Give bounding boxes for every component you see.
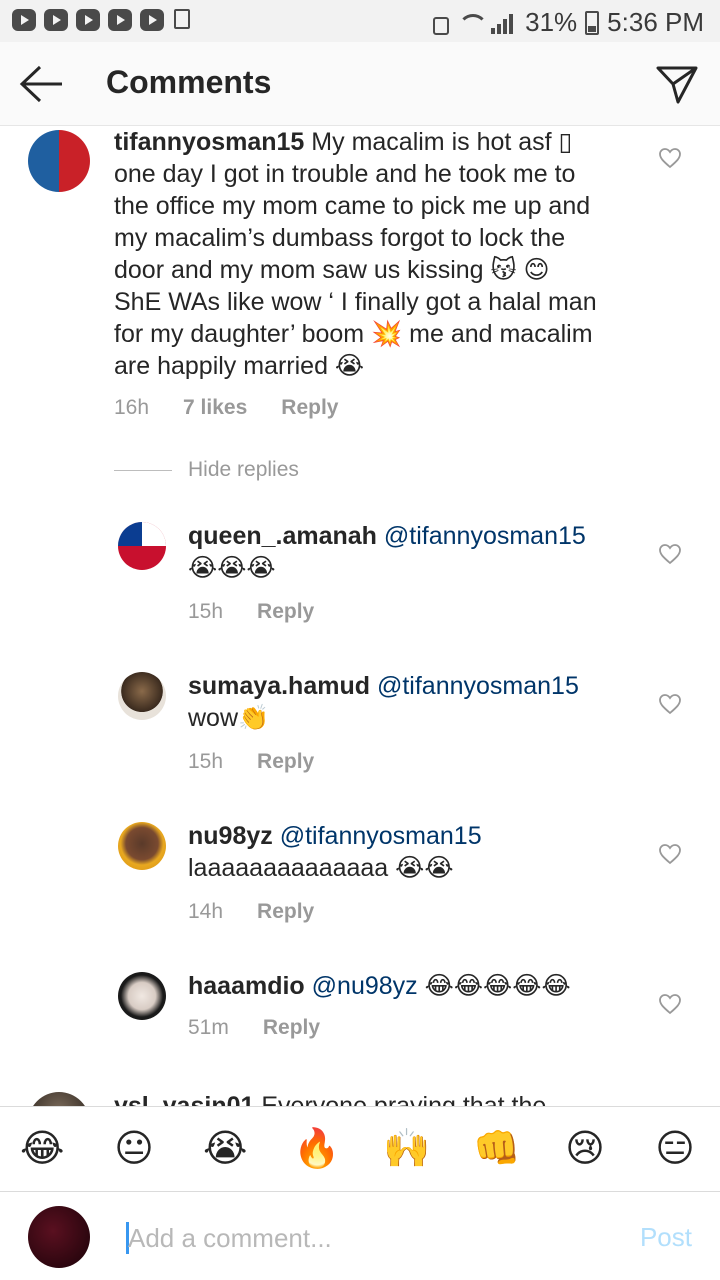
comment-input[interactable] xyxy=(128,1218,588,1258)
comment-body: 😭😭😭 xyxy=(188,554,276,582)
youtube-notification-icon xyxy=(140,9,164,31)
comment-text: nu98yz @tifannyosman15 laaaaaaaaaaaaaa 😭… xyxy=(188,820,648,884)
lock-icon xyxy=(433,16,450,35)
comment-meta: 51m Reply xyxy=(188,1016,320,1040)
comment-composer: Post xyxy=(0,1192,720,1280)
avatar[interactable] xyxy=(28,130,90,192)
comment-meta: 15h Reply xyxy=(188,750,314,774)
likes-count[interactable]: 7 likes xyxy=(183,396,247,420)
system-icons: 31% 5:36 PM xyxy=(433,7,704,38)
comment-username[interactable]: nu98yz xyxy=(188,822,273,850)
reply-button[interactable]: Reply xyxy=(257,900,314,924)
divider xyxy=(114,469,172,471)
comment-line: my macalim’s dumbass forgot to lock the xyxy=(114,224,566,252)
comment-text: sumaya.hamud @tifannyosman15 wow👏 xyxy=(188,670,648,734)
comment-text: ysl_yasin01 Everyone praying that the xyxy=(114,1090,654,1106)
comment-line: are happily married 😭 xyxy=(114,352,365,380)
battery-icon xyxy=(585,10,600,35)
comment-time: 51m xyxy=(188,1016,229,1039)
comment-line: door and my mom saw us kissing 😽 😊 xyxy=(114,256,550,284)
avatar[interactable] xyxy=(118,672,166,720)
reply-button[interactable]: Reply xyxy=(257,600,314,624)
like-heart-icon[interactable] xyxy=(658,147,682,169)
clock: 5:36 PM xyxy=(607,7,704,37)
app-bar: Comments xyxy=(0,42,720,126)
mention-link[interactable]: @nu98yz xyxy=(312,972,418,1000)
hide-replies-toggle[interactable]: Hide replies xyxy=(114,458,299,482)
like-heart-icon[interactable] xyxy=(658,693,682,715)
signal-icon xyxy=(491,12,517,34)
emoji-joy-button[interactable]: 😂 xyxy=(20,1127,64,1171)
comment-text: tifannyosman15 My macalim is hot asf ▯ o… xyxy=(114,126,654,382)
document-notification-icon xyxy=(174,9,190,29)
youtube-notification-icon xyxy=(12,9,36,31)
avatar[interactable] xyxy=(118,972,166,1020)
comment-time: 16h xyxy=(114,396,150,419)
emoji-neutral-button[interactable]: 😐 xyxy=(112,1127,156,1171)
comment-username[interactable]: queen_.amanah xyxy=(188,522,377,550)
reply-button[interactable]: Reply xyxy=(281,396,338,420)
comment-text: haaamdio @nu98yz 😂😂😂😂😂 xyxy=(188,970,648,1002)
comment-username[interactable]: tifannyosman15 xyxy=(114,128,304,156)
page-title: Comments xyxy=(106,64,272,100)
comment: tifannyosman15 My macalim is hot asf ▯ o… xyxy=(0,126,720,446)
avatar[interactable] xyxy=(118,522,166,570)
mention-link[interactable]: @tifannyosman15 xyxy=(377,672,579,700)
like-heart-icon[interactable] xyxy=(658,993,682,1015)
reply-button[interactable]: Reply xyxy=(263,1016,320,1040)
comment-line: the office my mom came to pick me up and xyxy=(114,192,591,220)
comment-text: queen_.amanah @tifannyosman15 😭😭😭 xyxy=(188,520,648,584)
comment-body: 😂😂😂😂😂 xyxy=(424,972,571,1000)
reply-comment: queen_.amanah @tifannyosman15 😭😭😭 15h Re… xyxy=(0,518,720,638)
emoji-expressionless-button[interactable]: 😑 xyxy=(653,1127,697,1171)
like-heart-icon[interactable] xyxy=(658,843,682,865)
comment-body: Everyone praying that the xyxy=(261,1092,547,1106)
emoji-sad-button[interactable]: 😢 xyxy=(563,1127,607,1171)
comment-meta: 16h 7 likes Reply xyxy=(114,396,338,420)
comments-list[interactable]: tifannyosman15 My macalim is hot asf ▯ o… xyxy=(0,126,720,1106)
comment-line: for my daughter’ boom 💥 me and macalim xyxy=(114,320,593,348)
comment-username[interactable]: ysl_yasin01 xyxy=(114,1092,254,1106)
avatar[interactable] xyxy=(28,1092,90,1106)
youtube-notification-icon xyxy=(76,9,100,31)
comment-line: My macalim is hot asf ▯ xyxy=(311,128,573,156)
back-arrow-icon[interactable] xyxy=(18,64,64,104)
comment-time: 14h xyxy=(188,900,224,923)
comment-time: 15h xyxy=(188,750,224,773)
reply-comment: haaamdio @nu98yz 😂😂😂😂😂 51m Reply xyxy=(0,968,720,1068)
reply-comment: nu98yz @tifannyosman15 laaaaaaaaaaaaaa 😭… xyxy=(0,818,720,938)
youtube-notification-icon xyxy=(108,9,132,31)
comment-meta: 14h Reply xyxy=(188,900,314,924)
comment-meta: 15h Reply xyxy=(188,600,314,624)
quick-emoji-bar: 😂 😐 😭 🔥 🙌 👊 😢 😑 xyxy=(0,1106,720,1192)
emoji-crying-button[interactable]: 😭 xyxy=(203,1127,247,1171)
direct-send-icon[interactable] xyxy=(656,64,698,104)
comment-line: ShE WAs like wow ‘ I finally got a halal… xyxy=(114,288,597,316)
like-heart-icon[interactable] xyxy=(658,543,682,565)
mention-link[interactable]: @tifannyosman15 xyxy=(280,822,482,850)
comment-line: one day I got in trouble and he took me … xyxy=(114,160,576,188)
reply-comment: sumaya.hamud @tifannyosman15 wow👏 15h Re… xyxy=(0,668,720,788)
reply-button[interactable]: Reply xyxy=(257,750,314,774)
comment: ysl_yasin01 Everyone praying that the xyxy=(0,1092,720,1106)
mention-link[interactable]: @tifannyosman15 xyxy=(384,522,586,550)
emoji-fist-button[interactable]: 👊 xyxy=(473,1127,520,1171)
avatar[interactable] xyxy=(118,822,166,870)
wifi-icon xyxy=(457,12,489,34)
comment-body: wow👏 xyxy=(188,704,270,732)
comment-username[interactable]: haaamdio xyxy=(188,972,305,1000)
youtube-notification-icon xyxy=(44,9,68,31)
battery-percent: 31% xyxy=(525,7,578,37)
post-button[interactable]: Post xyxy=(640,1222,692,1253)
comment-username[interactable]: sumaya.hamud xyxy=(188,672,370,700)
emoji-raised-hands-button[interactable]: 🙌 xyxy=(383,1127,430,1171)
comment-body: laaaaaaaaaaaaaa 😭😭 xyxy=(188,854,454,882)
hide-replies-label[interactable]: Hide replies xyxy=(188,458,299,482)
emoji-fire-button[interactable]: 🔥 xyxy=(293,1127,340,1171)
status-bar: 31% 5:36 PM xyxy=(0,0,720,42)
comment-time: 15h xyxy=(188,600,224,623)
avatar xyxy=(28,1206,90,1268)
notification-icons xyxy=(12,9,190,31)
